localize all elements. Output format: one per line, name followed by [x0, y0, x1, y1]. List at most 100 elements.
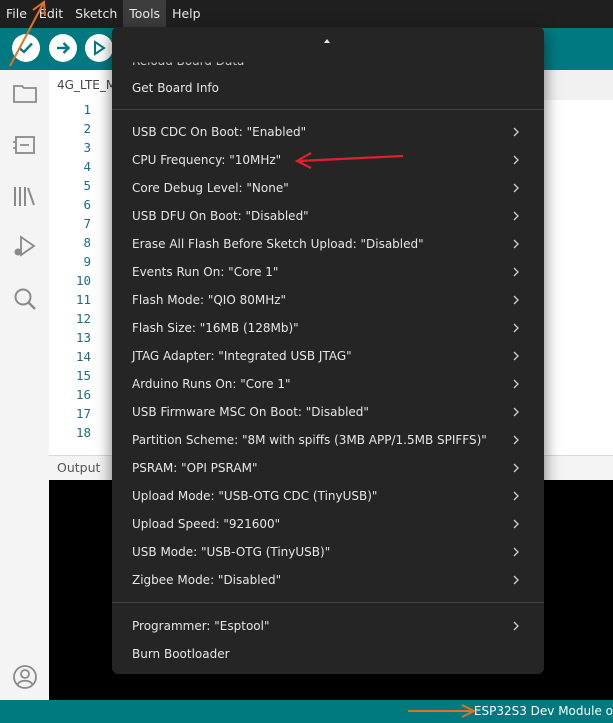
menu-item-label: CPU Frequency: "10MHz"	[132, 153, 282, 167]
line-number: 3	[83, 140, 91, 155]
menu-item-option[interactable]: PSRAM: "OPI PSRAM"	[112, 454, 544, 482]
menu-item-label: USB Mode: "USB-OTG (TinyUSB)"	[132, 545, 331, 559]
chevron-right-icon	[513, 547, 519, 557]
menu-item-option[interactable]: Flash Size: "16MB (128Mb)"	[112, 314, 544, 342]
verify-icon	[19, 42, 33, 54]
library-icon[interactable]	[12, 183, 38, 209]
menu-item-option[interactable]: USB Firmware MSC On Boot: "Disabled"	[112, 398, 544, 426]
line-number: 6	[83, 197, 91, 212]
line-number: 11	[75, 292, 91, 307]
chevron-right-icon	[513, 295, 519, 305]
sidebar	[0, 70, 50, 700]
line-number: 1	[83, 102, 91, 117]
chevron-right-icon	[513, 211, 519, 221]
chevron-right-icon	[513, 621, 519, 631]
status-bar: ESP32S3 Dev Module o	[0, 700, 613, 723]
line-number: 18	[75, 425, 91, 440]
chevron-right-icon	[513, 519, 519, 529]
line-number: 2	[83, 121, 91, 136]
menu-item-option[interactable]: USB Mode: "USB-OTG (TinyUSB)"	[112, 538, 544, 566]
chevron-right-icon	[513, 183, 519, 193]
menu-item-label: Programmer: "Esptool"	[132, 619, 270, 633]
chevron-right-icon	[513, 463, 519, 473]
output-title: Output	[57, 460, 101, 475]
chevron-right-icon	[513, 435, 519, 445]
chevron-right-icon	[513, 267, 519, 277]
verify-button[interactable]	[12, 34, 40, 62]
upload-button[interactable]	[49, 34, 77, 62]
line-number: 12	[75, 311, 91, 326]
board-icon[interactable]	[12, 132, 38, 158]
menu-item-label: Zigbee Mode: "Disabled"	[132, 573, 282, 587]
debug-button[interactable]	[85, 34, 113, 62]
menu-item-get-board-info[interactable]: Get Board Info	[112, 74, 544, 102]
menu-item-option[interactable]: Partition Scheme: "8M with spiffs (3MB A…	[112, 426, 544, 454]
line-number: 15	[75, 368, 91, 383]
menu-separator	[112, 109, 544, 110]
menu-item-label: USB DFU On Boot: "Disabled"	[132, 209, 309, 223]
menu-item-label: Upload Mode: "USB-OTG CDC (TinyUSB)"	[132, 489, 378, 503]
menu-separator	[112, 602, 544, 603]
menu-item-option[interactable]: Flash Mode: "QIO 80MHz"	[112, 286, 544, 314]
menu-item-label: PSRAM: "OPI PSRAM"	[132, 461, 258, 475]
menu-item-option[interactable]: JTAG Adapter: "Integrated USB JTAG"	[112, 342, 544, 370]
account-icon[interactable]	[12, 664, 38, 690]
menu-item-label: Erase All Flash Before Sketch Upload: "D…	[132, 237, 424, 251]
line-number: 13	[75, 330, 91, 345]
line-number: 9	[83, 254, 91, 269]
scroll-up-icon[interactable]	[324, 39, 330, 43]
menu-item-reload-board-data[interactable]: Reload Board Data	[132, 62, 244, 68]
menu-item-label: Events Run On: "Core 1"	[132, 265, 279, 279]
menu-item-label: JTAG Adapter: "Integrated USB JTAG"	[132, 349, 352, 363]
chevron-right-icon	[513, 239, 519, 249]
menu-sketch[interactable]: Sketch	[69, 0, 123, 28]
menu-item-option[interactable]: USB DFU On Boot: "Disabled"	[112, 202, 544, 230]
search-icon[interactable]	[12, 286, 38, 312]
menu-help[interactable]: Help	[166, 0, 207, 28]
menu-item-label: Flash Mode: "QIO 80MHz"	[132, 293, 287, 307]
line-number: 7	[83, 216, 91, 231]
menu-item-option[interactable]: Zigbee Mode: "Disabled"	[112, 566, 544, 594]
upload-icon	[57, 42, 71, 54]
chevron-right-icon	[513, 155, 519, 165]
menu-item-option[interactable]: Erase All Flash Before Sketch Upload: "D…	[112, 230, 544, 258]
menu-item-option[interactable]: Upload Mode: "USB-OTG CDC (TinyUSB)"	[112, 482, 544, 510]
menu-tools[interactable]: Tools	[123, 0, 167, 28]
chevron-right-icon	[513, 351, 519, 361]
menu-item-label: Get Board Info	[132, 81, 219, 95]
menu-item-label: Partition Scheme: "8M with spiffs (3MB A…	[132, 433, 487, 447]
debugger-icon[interactable]	[12, 234, 38, 260]
chevron-right-icon	[513, 127, 519, 137]
chevron-right-icon	[513, 323, 519, 333]
line-number: 8	[83, 235, 91, 250]
menu-edit[interactable]: Edit	[33, 0, 69, 28]
menu-item-programmer[interactable]: Programmer: "Esptool"	[112, 612, 544, 640]
menu-item-option[interactable]: USB CDC On Boot: "Enabled"	[112, 118, 544, 146]
menu-item-option[interactable]: Upload Speed: "921600"	[112, 510, 544, 538]
menu-item-label: USB CDC On Boot: "Enabled"	[132, 125, 307, 139]
folder-icon[interactable]	[12, 80, 38, 106]
chevron-right-icon	[513, 407, 519, 417]
line-number: 4	[83, 159, 91, 174]
chevron-right-icon	[513, 491, 519, 501]
board-selector[interactable]: ESP32S3 Dev Module o	[474, 704, 613, 718]
menu-item-label: Upload Speed: "921600"	[132, 517, 281, 531]
line-number: 10	[75, 273, 91, 288]
line-number: 17	[75, 406, 91, 421]
menu-item-option[interactable]: Core Debug Level: "None"	[112, 174, 544, 202]
chevron-right-icon	[513, 379, 519, 389]
chevron-right-icon	[513, 575, 519, 585]
menu-file[interactable]: File	[0, 0, 33, 28]
line-number: 5	[83, 178, 91, 193]
line-number: 16	[75, 387, 91, 402]
menu-item-label: Arduino Runs On: "Core 1"	[132, 377, 291, 391]
line-number: 14	[75, 349, 91, 364]
menu-item-burn-bootloader[interactable]: Burn Bootloader	[112, 640, 544, 668]
menu-bar: File Edit Sketch Tools Help	[0, 0, 613, 28]
menu-item-option[interactable]: Events Run On: "Core 1"	[112, 258, 544, 286]
menu-item-option[interactable]: CPU Frequency: "10MHz"	[112, 146, 544, 174]
menu-item-label: Core Debug Level: "None"	[132, 181, 289, 195]
menu-item-label: USB Firmware MSC On Boot: "Disabled"	[132, 405, 369, 419]
menu-item-option[interactable]: Arduino Runs On: "Core 1"	[112, 370, 544, 398]
tools-menu: Reload Board Data Get Board Info USB CDC…	[112, 27, 544, 674]
